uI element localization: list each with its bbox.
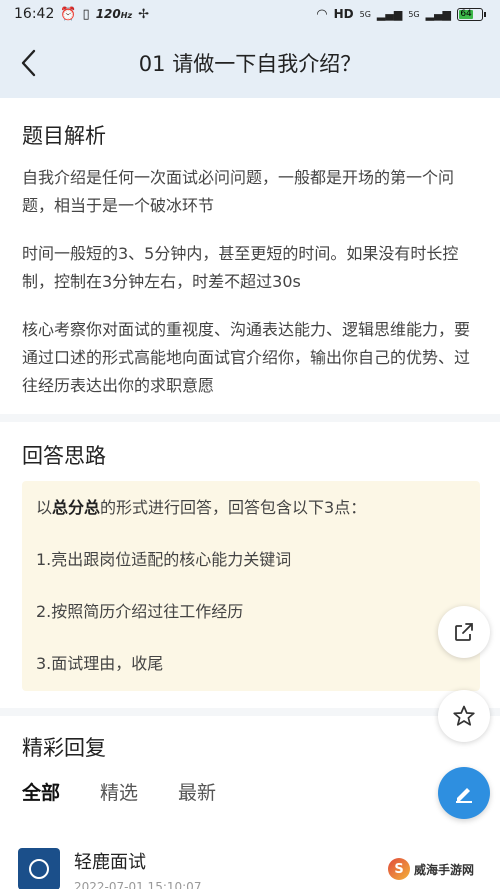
tab-featured[interactable]: 精选 — [100, 778, 138, 805]
tab-latest[interactable]: 最新 — [178, 778, 216, 805]
network-label-1: 5G — [359, 9, 371, 19]
answer-point-1: 1.亮出跟岗位适配的核心能力关键词 — [36, 550, 292, 569]
analysis-text-2: 时间一般短的3、5分钟内，甚至更短的时间。如果没有时长控制，控制在3分钟左右，时… — [22, 244, 459, 291]
nav-bar: 01 请做一下自我介绍？ — [0, 28, 500, 98]
back-button[interactable] — [0, 28, 56, 98]
approach-section: 回答思路 — [0, 440, 500, 470]
avatar[interactable] — [18, 848, 60, 889]
replies-title: 精彩回复 — [22, 736, 106, 760]
battery-level: 64 — [459, 9, 474, 19]
chevron-left-icon — [21, 49, 36, 77]
analysis-paragraph-3: 核心考察你对面试的重视度、沟通表达能力、逻辑思维能力，要通过口述的形式高能地向面… — [0, 316, 500, 400]
signal-icon: ▂▄▆ — [376, 7, 403, 21]
section-divider — [0, 414, 500, 422]
write-reply-button[interactable] — [438, 767, 490, 819]
share-icon — [455, 623, 473, 641]
analysis-title: 题目解析 — [22, 124, 106, 148]
refresh-rate: 120Hz — [95, 7, 133, 21]
watermark-text: 威海手游网 — [414, 862, 475, 877]
analysis-section: 题目解析 — [0, 120, 500, 150]
status-bar: 16:42 ⏰ ▯ 120Hz ✢ ◠ HD 5G ▂▄▆ 5G ▂▄▆ 64 — [0, 0, 500, 28]
alarm-icon: ⏰ — [60, 6, 77, 22]
watermark: S 威海手游网 — [384, 854, 496, 884]
replies-section: 精彩回复 — [0, 732, 500, 762]
hd-label: HD — [333, 7, 354, 21]
network-label-2: 5G — [408, 9, 420, 19]
approach-title: 回答思路 — [22, 444, 106, 468]
star-icon — [453, 705, 475, 726]
signal-icon-2: ▂▄▆ — [425, 7, 451, 21]
reply-time: 2022-07-01 15:10:07 — [74, 880, 202, 889]
tab-all[interactable]: 全部 — [22, 778, 60, 805]
reply-tabs: 全部 精选 最新 — [22, 778, 216, 805]
section-divider-2 — [0, 708, 500, 716]
analysis-text-3: 核心考察你对面试的重视度、沟通表达能力、逻辑思维能力，要通过口述的形式高能地向面… — [22, 320, 471, 395]
battery-icon: 64 — [457, 7, 486, 21]
share-button[interactable] — [438, 606, 490, 658]
fan-icon: ✢ — [138, 6, 150, 22]
favorite-button[interactable] — [438, 690, 490, 742]
answer-intro: 以总分总的形式进行回答，回答包含以下3点： — [36, 498, 367, 517]
analysis-text-1: 自我介绍是任何一次面试必问问题，一般都是开场的第一个问题，相当于是一个破冰环节 — [22, 168, 455, 215]
answer-point-2: 2.按照简历介绍过往工作经历 — [36, 602, 244, 621]
page-title: 01 请做一下自我介绍？ — [138, 52, 362, 76]
watermark-logo: S — [388, 858, 410, 880]
answer-point-3: 3.面试理由，收尾 — [36, 654, 164, 673]
answer-box: 以总分总的形式进行回答，回答包含以下3点： 1.亮出跟岗位适配的核心能力关键词 … — [22, 481, 480, 691]
wifi-icon: ◠ — [316, 6, 328, 22]
reply-author: 轻鹿面试 — [74, 852, 146, 873]
status-time: 16:42 — [14, 6, 55, 22]
pencil-icon — [456, 788, 472, 803]
reply-item[interactable]: 轻鹿面试 2022-07-01 15:10:07 — [18, 848, 201, 889]
analysis-paragraph-2: 时间一般短的3、5分钟内，甚至更短的时间。如果没有时长控制，控制在3分钟左右，时… — [0, 240, 500, 296]
analysis-paragraph-1: 自我介绍是任何一次面试必问问题，一般都是开场的第一个问题，相当于是一个破冰环节 — [0, 164, 500, 220]
vibrate-icon: ▯ — [82, 6, 90, 22]
